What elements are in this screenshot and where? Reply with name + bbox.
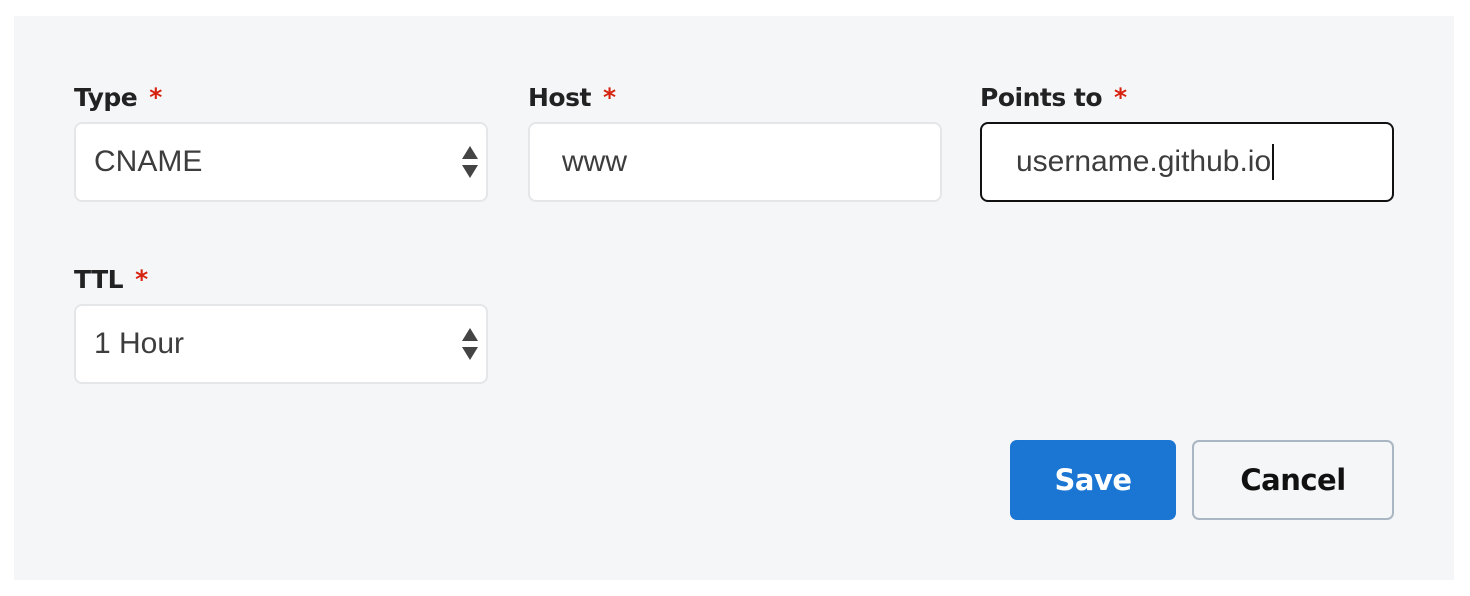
points-to-input[interactable]: username.github.io <box>980 122 1394 202</box>
required-asterisk: * <box>135 265 148 294</box>
host-input-value: www <box>562 145 627 178</box>
cancel-button[interactable]: Cancel <box>1192 440 1394 520</box>
required-asterisk: * <box>1114 83 1127 112</box>
host-label: Host * <box>528 80 942 116</box>
ttl-select[interactable]: 1 Hour <box>74 304 488 384</box>
ttl-label: TTL * <box>74 262 488 298</box>
ttl-field: TTL * 1 Hour <box>74 262 488 384</box>
save-button[interactable]: Save <box>1010 440 1176 520</box>
type-label-text: Type <box>74 83 138 112</box>
type-label: Type * <box>74 80 488 116</box>
points-to-label-text: Points to <box>980 83 1103 112</box>
required-asterisk: * <box>149 83 162 112</box>
dns-record-form: Type * CNAME Host * www Points to * usernam… <box>14 16 1454 580</box>
required-asterisk: * <box>602 83 616 112</box>
type-field: Type * CNAME <box>74 80 488 202</box>
text-cursor <box>1272 144 1275 180</box>
select-stepper-icon <box>462 146 478 178</box>
host-field: Host * www <box>528 80 942 202</box>
type-select-value: CNAME <box>94 145 203 178</box>
points-to-label: Points to * <box>980 80 1394 116</box>
points-to-field: Points to * username.github.io <box>980 80 1394 202</box>
host-input[interactable]: www <box>528 122 942 202</box>
points-to-input-value: username.github.io <box>1016 145 1272 178</box>
ttl-select-value: 1 Hour <box>94 327 185 360</box>
type-select[interactable]: CNAME <box>74 122 488 202</box>
select-stepper-icon <box>462 328 478 360</box>
ttl-label-text: TTL <box>74 265 124 294</box>
host-label-text: Host <box>528 83 591 112</box>
